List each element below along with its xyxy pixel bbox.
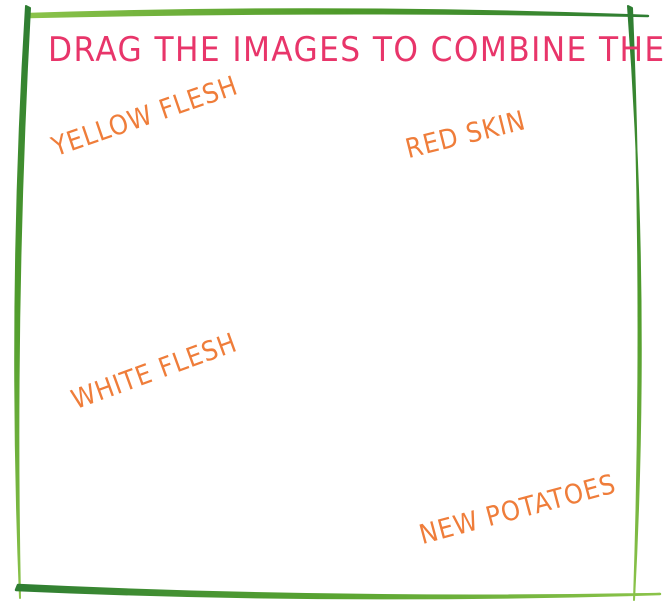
- grass-frame-border: [14, 5, 662, 601]
- frame-bottom-blade: [14, 583, 662, 600]
- frame-left-blade: [14, 5, 31, 599]
- page-title: DRAG THE IMAGES TO COMBINE THEM: [48, 30, 667, 70]
- frame-right-blade: [627, 5, 642, 601]
- frame-top-blade: [28, 8, 650, 19]
